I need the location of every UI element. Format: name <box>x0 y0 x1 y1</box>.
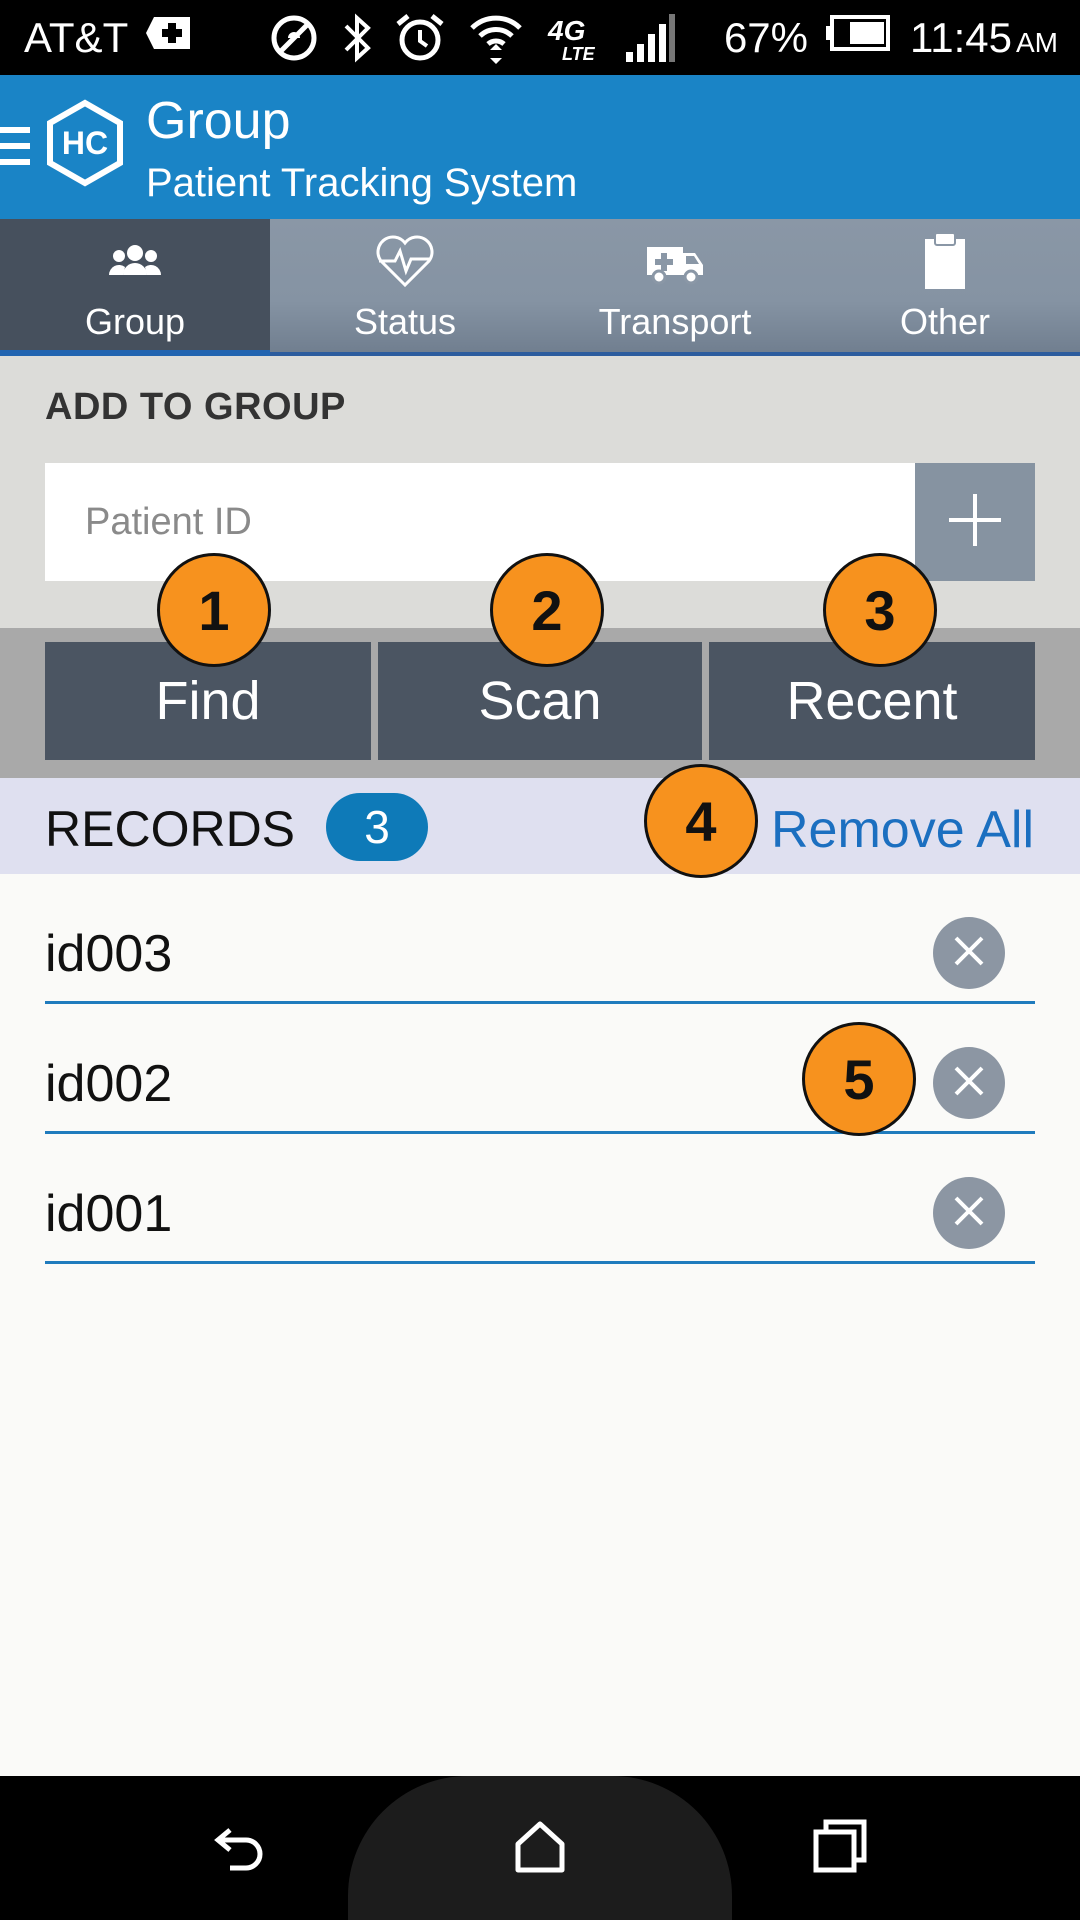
tab-other[interactable]: Other <box>810 219 1080 356</box>
tab-label: Transport <box>598 301 752 342</box>
tab-label: Other <box>899 301 991 342</box>
records-header: RECORDS 3 Remove All <box>0 778 1080 874</box>
callout-marker: 1 <box>157 553 271 667</box>
tab-bar: Group Status Transport Other <box>0 219 1080 356</box>
back-icon <box>210 1816 270 1881</box>
plus-icon <box>945 490 1005 555</box>
close-icon <box>952 934 986 973</box>
callout-marker: 4 <box>644 764 758 878</box>
signal-icon <box>624 12 676 64</box>
record-row: id001 <box>45 1134 1035 1264</box>
section-heading: ADD TO GROUP <box>45 386 346 428</box>
bluetooth-icon <box>342 12 372 64</box>
tab-label: Status <box>353 301 457 342</box>
recent-apps-button[interactable] <box>804 1812 876 1884</box>
status-bar: AT&T 4G LTE 67% 11:45 AM <box>0 0 1080 75</box>
app-bar: HC Group Patient Tracking System <box>0 75 1080 219</box>
remove-record-button[interactable] <box>933 1047 1005 1119</box>
wifi-icon <box>468 10 524 66</box>
records-title: RECORDS <box>45 801 296 857</box>
close-icon <box>952 1194 986 1233</box>
record-id: id001 <box>45 1185 173 1243</box>
svg-text:4G: 4G <box>547 15 585 46</box>
tab-label: Group <box>84 301 186 342</box>
ambulance-icon <box>643 229 707 298</box>
tab-status[interactable]: Status <box>270 219 540 356</box>
patient-id-input[interactable] <box>45 463 915 581</box>
carrier-label: AT&T <box>24 13 129 61</box>
medical-cross-icon <box>146 13 196 63</box>
nfc-icon <box>268 12 320 64</box>
svg-text:HC: HC <box>62 125 108 161</box>
home-button[interactable] <box>504 1812 576 1884</box>
app-subtitle: Patient Tracking System <box>146 161 578 205</box>
remove-record-button[interactable] <box>933 1177 1005 1249</box>
record-id: id003 <box>45 925 173 983</box>
battery-percent: 67% <box>723 13 808 61</box>
remove-record-button[interactable] <box>933 917 1005 989</box>
records-count-badge: 3 <box>326 793 428 861</box>
alarm-icon <box>394 12 446 64</box>
record-id: id002 <box>45 1055 173 1113</box>
callout-marker: 2 <box>490 553 604 667</box>
home-icon <box>510 1816 570 1881</box>
battery-icon <box>826 14 892 62</box>
add-patient-button[interactable] <box>915 463 1035 581</box>
clipboard-icon <box>915 229 975 298</box>
lte-icon: 4G LTE <box>546 12 602 64</box>
close-icon <box>952 1064 986 1103</box>
group-icon <box>105 229 165 294</box>
system-nav-bar <box>0 1776 1080 1920</box>
clock: 11:45 AM <box>910 13 1058 61</box>
tab-transport[interactable]: Transport <box>540 219 810 356</box>
callout-marker: 3 <box>823 553 937 667</box>
page-title: Group <box>146 92 291 150</box>
heart-pulse-icon <box>373 229 437 298</box>
svg-text:LTE: LTE <box>562 44 596 64</box>
hc-logo: HC <box>44 99 126 187</box>
tab-group[interactable]: Group <box>0 219 270 356</box>
record-row: id003 <box>45 874 1035 1004</box>
back-button[interactable] <box>204 1812 276 1884</box>
remove-all-link[interactable]: Remove All <box>771 800 1034 860</box>
menu-icon[interactable] <box>0 127 30 171</box>
callout-marker: 5 <box>802 1022 916 1136</box>
recent-apps-icon <box>810 1816 870 1881</box>
